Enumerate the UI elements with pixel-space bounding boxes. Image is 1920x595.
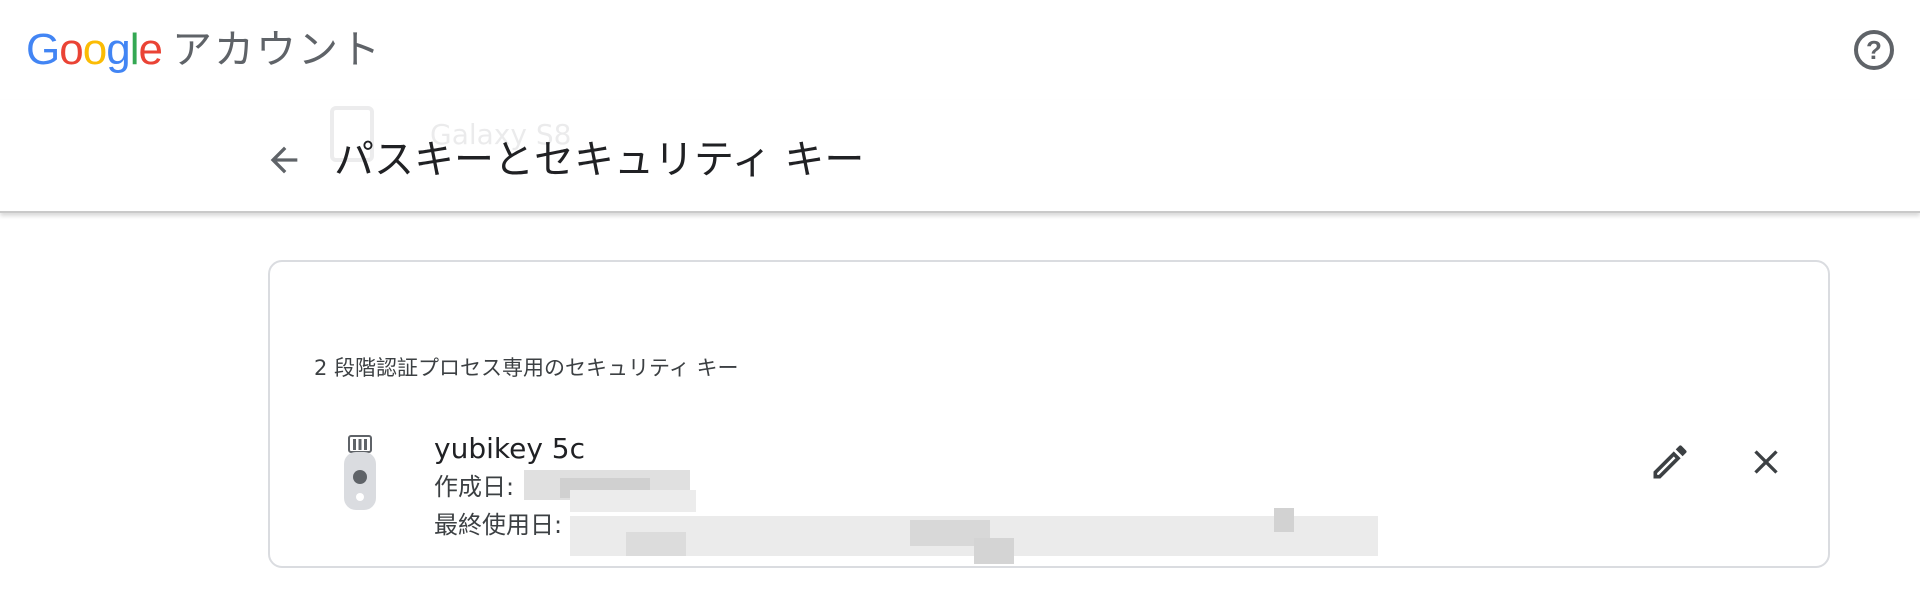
help-button[interactable]: ? bbox=[1854, 30, 1894, 70]
page-header: パスキーとセキュリティ キー bbox=[0, 100, 1920, 213]
google-account-logo[interactable]: Google アカウント bbox=[26, 22, 382, 78]
logo-letter: e bbox=[138, 25, 163, 74]
redacted-block bbox=[626, 532, 686, 556]
logo-letter: g bbox=[106, 25, 131, 74]
product-name: アカウント bbox=[171, 27, 382, 73]
top-bar: Google アカウント ? bbox=[0, 0, 1920, 100]
redacted-block bbox=[570, 490, 696, 512]
page-title: パスキーとセキュリティ キー bbox=[334, 137, 865, 183]
security-key-icon bbox=[342, 434, 378, 512]
redacted-block bbox=[1274, 508, 1294, 532]
pencil-icon bbox=[1653, 445, 1687, 479]
remove-key-button[interactable] bbox=[1746, 442, 1786, 482]
section-label: 2 段階認証プロセス専用のセキュリティ キー bbox=[314, 356, 739, 380]
last-used-label: 最終使用日: bbox=[434, 511, 563, 539]
security-key-name: yubikey 5c bbox=[434, 432, 585, 465]
google-logo: Google bbox=[26, 22, 163, 78]
back-button[interactable] bbox=[264, 140, 304, 180]
logo-letter: G bbox=[26, 25, 60, 74]
logo-letter: o bbox=[82, 25, 108, 74]
close-icon bbox=[1754, 450, 1778, 474]
redacted-block bbox=[974, 538, 1014, 564]
help-circle-icon: ? bbox=[1866, 34, 1882, 65]
logo-letter: l bbox=[129, 25, 140, 74]
security-keys-card: 2 段階認証プロセス専用のセキュリティ キー yubikey 5c 作成日: 最… bbox=[268, 260, 1830, 568]
logo-letter: o bbox=[59, 25, 84, 74]
arrow-back-icon bbox=[270, 146, 298, 174]
edit-key-button[interactable] bbox=[1648, 440, 1692, 484]
